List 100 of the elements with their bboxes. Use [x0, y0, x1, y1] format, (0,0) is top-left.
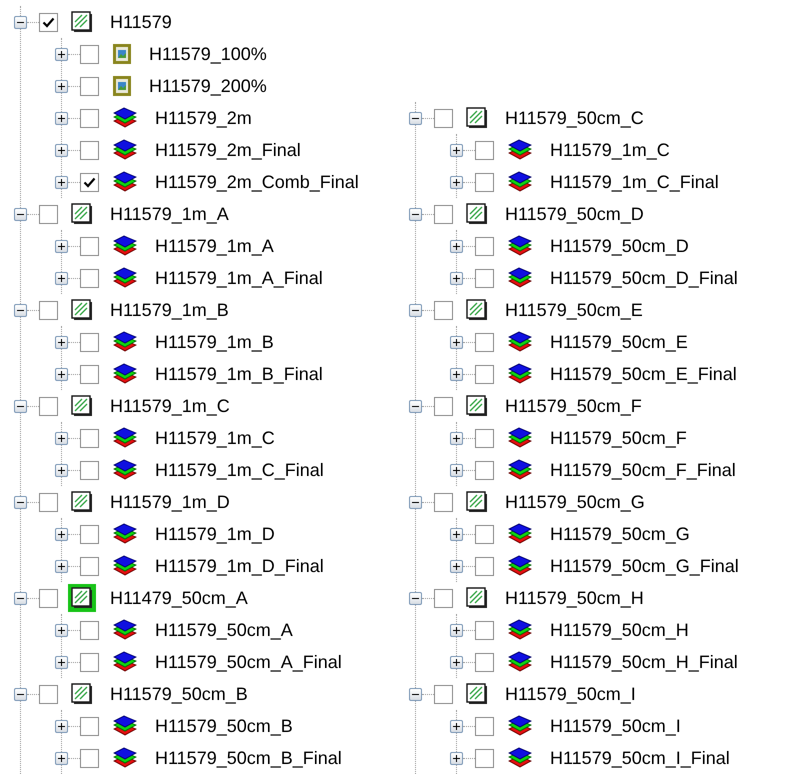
expand-button[interactable] [55, 272, 68, 284]
checkbox[interactable] [475, 236, 494, 256]
expand-button[interactable] [55, 48, 68, 60]
collapse-button[interactable] [409, 592, 422, 604]
checkbox[interactable] [80, 716, 99, 736]
layer-name[interactable]: H11579_1m_C [155, 428, 275, 448]
expand-button[interactable] [450, 656, 463, 668]
checkbox[interactable] [80, 364, 99, 384]
checkbox[interactable] [80, 268, 99, 288]
layer-name[interactable]: H11579_1m_D_Final [155, 556, 324, 576]
checkbox[interactable] [475, 556, 494, 576]
layer-name[interactable]: H11579_200% [149, 76, 267, 96]
layer-name[interactable]: H11579_1m_C_Final [550, 172, 719, 192]
layer-name[interactable]: H11579_1m_C_Final [155, 460, 324, 480]
layer-name[interactable]: H11579_50cm_C [505, 108, 644, 128]
checkbox[interactable] [475, 332, 494, 352]
layer-name[interactable]: H11579_50cm_B [110, 684, 248, 704]
checkbox[interactable] [80, 748, 99, 768]
expand-button[interactable] [55, 112, 68, 124]
expand-button[interactable] [450, 240, 463, 252]
expand-button[interactable] [55, 368, 68, 380]
checkbox[interactable] [80, 428, 99, 448]
checkbox[interactable] [475, 620, 494, 640]
expand-button[interactable] [450, 720, 463, 732]
layer-name[interactable]: H11579_50cm_H [505, 588, 644, 608]
layer-name[interactable]: H11479_50cm_A [110, 588, 248, 608]
checkbox[interactable] [80, 236, 99, 256]
collapse-button[interactable] [14, 208, 27, 220]
collapse-button[interactable] [409, 688, 422, 700]
layer-name[interactable]: H11579_50cm_G_Final [550, 556, 739, 576]
checkbox[interactable] [475, 652, 494, 672]
layer-name[interactable]: H11579_50cm_E_Final [550, 364, 737, 384]
expand-button[interactable] [55, 656, 68, 668]
checkbox[interactable] [80, 652, 99, 672]
checkbox[interactable] [475, 716, 494, 736]
checkbox[interactable] [434, 108, 453, 128]
expand-button[interactable] [55, 144, 68, 156]
layer-name[interactable]: H11579_2m [155, 108, 252, 128]
checkbox[interactable] [80, 524, 99, 544]
expand-button[interactable] [55, 176, 68, 188]
expand-button[interactable] [55, 528, 68, 540]
checkbox[interactable] [80, 172, 99, 192]
collapse-button[interactable] [409, 400, 422, 412]
layer-name[interactable]: H11579_50cm_H_Final [550, 652, 738, 672]
checkbox[interactable] [80, 44, 99, 64]
expand-button[interactable] [450, 144, 463, 156]
checkbox[interactable] [80, 460, 99, 480]
layer-name[interactable]: H11579_50cm_E [505, 300, 643, 320]
layer-name[interactable]: H11579_50cm_D_Final [550, 268, 738, 288]
layer-name[interactable]: H11579_50cm_I_Final [550, 748, 730, 768]
layer-name[interactable]: H11579_1m_A [110, 204, 229, 224]
checkbox[interactable] [39, 684, 58, 704]
collapse-button[interactable] [409, 208, 422, 220]
layer-name[interactable]: H11579_1m_C [110, 396, 230, 416]
checkbox[interactable] [434, 300, 453, 320]
checkbox[interactable] [434, 684, 453, 704]
collapse-button[interactable] [409, 304, 422, 316]
expand-button[interactable] [450, 176, 463, 188]
checkbox[interactable] [475, 172, 494, 192]
layer-name[interactable]: H11579 [110, 12, 172, 32]
expand-button[interactable] [55, 336, 68, 348]
checkbox[interactable] [475, 140, 494, 160]
layer-name[interactable]: H11579_1m_B [155, 332, 274, 352]
layer-name[interactable]: H11579_1m_B [110, 300, 229, 320]
expand-button[interactable] [55, 80, 68, 92]
expand-button[interactable] [450, 272, 463, 284]
checkbox[interactable] [39, 492, 58, 512]
layer-name[interactable]: H11579_50cm_F [550, 428, 687, 448]
expand-button[interactable] [450, 560, 463, 572]
layer-name[interactable]: H11579_1m_B_Final [155, 364, 323, 384]
layer-name[interactable]: H11579_50cm_D [505, 204, 644, 224]
expand-button[interactable] [450, 368, 463, 380]
checkbox[interactable] [434, 204, 453, 224]
layer-name[interactable]: H11579_1m_D [110, 492, 230, 512]
checkbox[interactable] [80, 556, 99, 576]
layer-name[interactable]: H11579_2m_Final [155, 140, 301, 160]
checkbox[interactable] [80, 76, 99, 96]
checkbox[interactable] [475, 364, 494, 384]
checkbox[interactable] [80, 332, 99, 352]
checkbox[interactable] [39, 300, 58, 320]
checkbox[interactable] [475, 428, 494, 448]
checkbox[interactable] [80, 140, 99, 160]
checkbox[interactable] [475, 524, 494, 544]
expand-button[interactable] [55, 720, 68, 732]
expand-button[interactable] [55, 432, 68, 444]
layer-name[interactable]: H11579_50cm_H [550, 620, 689, 640]
checkbox[interactable] [39, 396, 58, 416]
layer-name[interactable]: H11579_50cm_F_Final [550, 460, 736, 480]
layer-name[interactable]: H11579_50cm_G [505, 492, 645, 512]
checkbox[interactable] [475, 748, 494, 768]
expand-button[interactable] [450, 336, 463, 348]
collapse-button[interactable] [14, 496, 27, 508]
checkbox[interactable] [39, 204, 58, 224]
layer-name[interactable]: H11579_2m_Comb_Final [155, 172, 359, 192]
collapse-button[interactable] [14, 400, 27, 412]
checkbox[interactable] [39, 12, 58, 32]
layer-name[interactable]: H11579_1m_C [550, 140, 670, 160]
expand-button[interactable] [450, 624, 463, 636]
expand-button[interactable] [450, 528, 463, 540]
expand-button[interactable] [55, 240, 68, 252]
